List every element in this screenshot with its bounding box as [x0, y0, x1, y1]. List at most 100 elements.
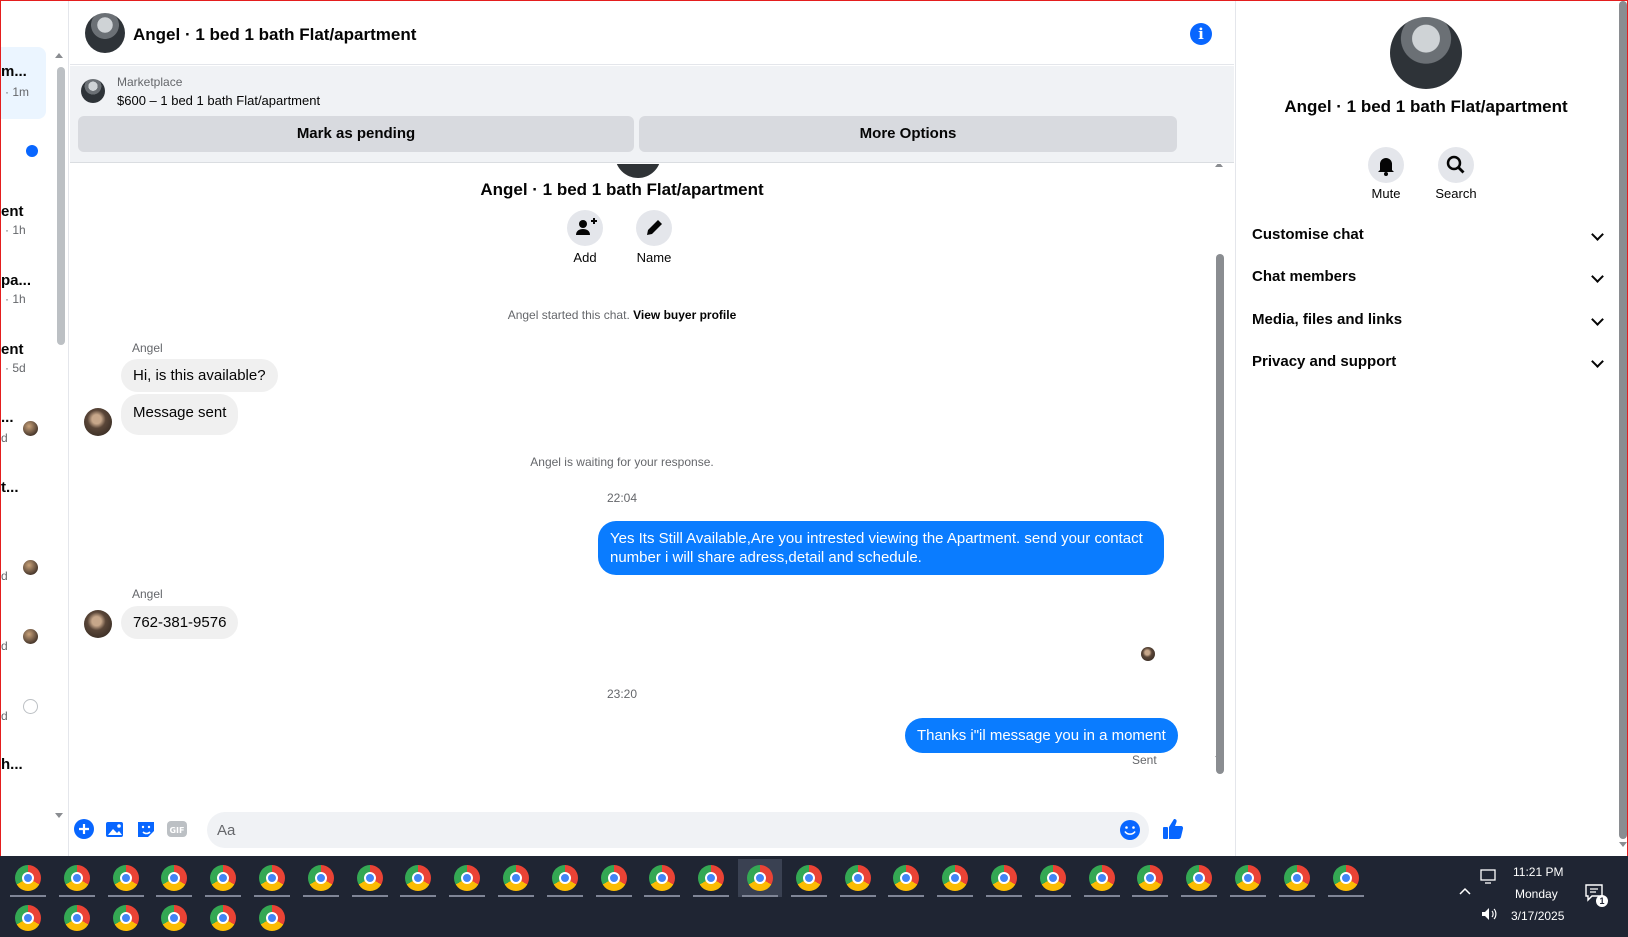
- taskbar-chrome-button[interactable]: [1226, 859, 1270, 897]
- taskbar-chrome-button[interactable]: [104, 899, 148, 937]
- taskbar-chrome-button[interactable]: [543, 859, 587, 897]
- view-buyer-profile-link[interactable]: View buyer profile: [633, 308, 736, 322]
- incoming-message[interactable]: 762-381-9576: [121, 606, 239, 639]
- clock-day[interactable]: Monday: [1515, 887, 1558, 901]
- app-window: m... · 1m ent · 1h pa... · 1h ent · 5d .…: [0, 0, 1628, 856]
- conversation-item[interactable]: ent · 1h: [1, 191, 46, 251]
- taskbar-chrome-button[interactable]: [494, 859, 538, 897]
- gif-icon[interactable]: GIF: [166, 818, 188, 840]
- conversation-time: · 1h: [5, 223, 26, 237]
- scroll-down-arrow[interactable]: [1619, 842, 1627, 847]
- message-input[interactable]: [207, 812, 1087, 848]
- scroll-up-arrow[interactable]: [1215, 164, 1223, 167]
- taskbar-chrome-button[interactable]: [201, 899, 245, 937]
- taskbar-chrome-button[interactable]: [689, 859, 733, 897]
- marketplace-banner: Marketplace $600 – 1 bed 1 bath Flat/apa…: [70, 66, 1234, 163]
- chat-avatar[interactable]: [85, 13, 125, 53]
- taskbar-chrome-button[interactable]: [201, 859, 245, 897]
- profile-name: Angel · 1 bed 1 bath Flat/apartment: [1284, 97, 1568, 116]
- taskbar-chrome-button[interactable]: [152, 899, 196, 937]
- chrome-icon: [991, 865, 1017, 891]
- outgoing-message[interactable]: Thanks i"il message you in a moment: [905, 718, 1178, 753]
- taskbar-chrome-button[interactable]: [738, 859, 782, 897]
- listing-thumbnail[interactable]: [81, 79, 105, 103]
- taskbar-chrome-button[interactable]: [1031, 859, 1075, 897]
- network-icon[interactable]: [1480, 869, 1498, 885]
- clock-date[interactable]: 3/17/2025: [1511, 909, 1564, 923]
- more-options-button[interactable]: More Options: [639, 116, 1177, 152]
- conversation-item[interactable]: pa... · 1h: [1, 261, 46, 321]
- running-indicator: [986, 895, 1022, 897]
- like-icon[interactable]: [1161, 817, 1185, 841]
- taskbar-chrome-button[interactable]: [55, 899, 99, 937]
- scroll-down-arrow[interactable]: [1215, 756, 1223, 761]
- chevron-up-icon[interactable]: [1458, 886, 1472, 896]
- chrome-icon: [600, 865, 627, 891]
- taskbar-chrome-button[interactable]: [982, 859, 1026, 897]
- running-indicator: [1034, 895, 1071, 897]
- emoji-icon[interactable]: [1119, 819, 1141, 841]
- conversation-item[interactable]: ent · 5d: [1, 331, 46, 391]
- taskbar-chrome-button[interactable]: [933, 859, 977, 897]
- taskbar-chrome-button[interactable]: [1128, 859, 1172, 897]
- sender-avatar[interactable]: [84, 610, 112, 638]
- chat-scrollbar[interactable]: [1216, 254, 1224, 774]
- taskbar-chrome-button[interactable]: [152, 859, 196, 897]
- plus-icon[interactable]: [73, 818, 95, 840]
- photo-icon[interactable]: [104, 818, 126, 840]
- taskbar-chrome-button[interactable]: [299, 859, 343, 897]
- chrome-icon: [942, 865, 969, 891]
- add-person-button[interactable]: [567, 210, 603, 246]
- running-indicator: [742, 895, 778, 897]
- mute-button[interactable]: [1368, 147, 1404, 183]
- sidebar-scrollbar[interactable]: [57, 67, 65, 345]
- sender-avatar[interactable]: [84, 408, 112, 436]
- taskbar-chrome-button[interactable]: [250, 899, 294, 937]
- sticker-icon[interactable]: [135, 818, 157, 840]
- page-scrollbar[interactable]: [1619, 1, 1627, 839]
- customise-chat-section[interactable]: Customise chat: [1252, 226, 1604, 254]
- search-button[interactable]: [1438, 147, 1474, 183]
- taskbar-chrome-button[interactable]: [396, 859, 440, 897]
- running-indicator: [937, 895, 974, 897]
- taskbar-chrome-button[interactable]: [250, 859, 294, 897]
- media-files-links-section[interactable]: Media, files and links: [1252, 311, 1604, 339]
- search-icon: [1446, 155, 1465, 174]
- speaker-icon[interactable]: [1480, 906, 1498, 922]
- taskbar-chrome-button[interactable]: [1177, 859, 1221, 897]
- incoming-message[interactable]: Hi, is this available?: [121, 359, 278, 392]
- clock-time[interactable]: 11:21 PM: [1513, 865, 1563, 879]
- info-icon[interactable]: i: [1190, 23, 1212, 45]
- conversation-item[interactable]: m... · 1m: [1, 47, 46, 119]
- scroll-down-arrow[interactable]: [55, 813, 63, 818]
- taskbar-chrome-button[interactable]: [1080, 859, 1124, 897]
- taskbar-chrome-button[interactable]: [104, 859, 148, 897]
- chat-header-title[interactable]: Angel · 1 bed 1 bath Flat/apartment: [133, 25, 416, 45]
- taskbar-chrome-button[interactable]: [6, 899, 50, 937]
- mark-as-pending-button[interactable]: Mark as pending: [78, 116, 634, 152]
- scroll-up-arrow[interactable]: [55, 53, 63, 58]
- taskbar-chrome-button[interactable]: [348, 859, 392, 897]
- taskbar-chrome-button[interactable]: [6, 859, 50, 897]
- taskbar-chrome-button[interactable]: [55, 859, 99, 897]
- incoming-message[interactable]: Message sent: [121, 394, 239, 435]
- taskbar-chrome-button[interactable]: [1324, 859, 1368, 897]
- taskbar-chrome-button[interactable]: [592, 859, 636, 897]
- taskbar-chrome-button[interactable]: [640, 859, 684, 897]
- taskbar-chrome-button[interactable]: [836, 859, 880, 897]
- taskbar-chrome-button[interactable]: [445, 859, 489, 897]
- listing-title[interactable]: $600 – 1 bed 1 bath Flat/apartment: [117, 93, 320, 108]
- profile-avatar[interactable]: [1390, 17, 1462, 89]
- taskbar-chrome-button[interactable]: [884, 859, 928, 897]
- privacy-support-section[interactable]: Privacy and support: [1252, 353, 1604, 381]
- chrome-icon: [161, 905, 188, 931]
- conversation-item[interactable]: t...: [1, 471, 46, 531]
- chrome-icon: [454, 865, 481, 891]
- outgoing-message[interactable]: Yes Its Still Available,Are you intreste…: [598, 521, 1164, 575]
- edit-name-button[interactable]: [636, 210, 672, 246]
- conversation-title: ent: [1, 341, 24, 358]
- taskbar-chrome-button[interactable]: [787, 859, 831, 897]
- taskbar-chrome-button[interactable]: [1275, 859, 1319, 897]
- chat-members-section[interactable]: Chat members: [1252, 268, 1604, 296]
- conversation-item[interactable]: h...: [1, 746, 46, 806]
